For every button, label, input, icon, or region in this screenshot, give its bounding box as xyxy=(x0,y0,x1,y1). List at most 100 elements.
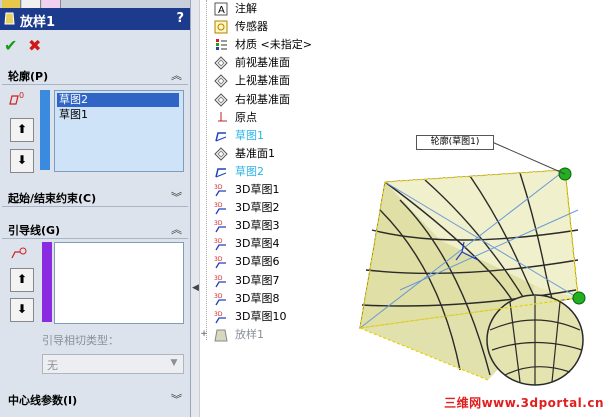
tree-item-label: 3D草图10 xyxy=(235,309,287,323)
3dsketch-icon: 3D xyxy=(214,238,226,251)
list-item[interactable]: 草图2 xyxy=(57,93,179,107)
tree-item-label: 3D草图8 xyxy=(235,291,280,305)
tree-item-label: 3D草图6 xyxy=(235,255,280,269)
expand-plus-icon[interactable]: + xyxy=(200,329,208,338)
3dsketch-icon: 3D xyxy=(214,220,226,233)
plane-icon xyxy=(214,74,228,89)
tree-item-label: 3D草图7 xyxy=(235,273,280,287)
loft-icon xyxy=(214,329,228,342)
move-up-button[interactable]: ⬆ xyxy=(10,268,34,292)
loft-model xyxy=(359,141,586,386)
3dsketch-icon: 3D xyxy=(214,202,226,215)
tree-item-label: 传感器 xyxy=(235,20,268,34)
chevron-down-icon[interactable]: ︾ xyxy=(171,391,182,407)
chevron-up-icon[interactable]: ︽ xyxy=(171,67,182,83)
svg-text:3D: 3D xyxy=(214,256,223,263)
help-button[interactable]: ? xyxy=(176,11,184,26)
pm-title: 放样1 xyxy=(20,15,56,30)
tree-item-label: 3D草图4 xyxy=(235,237,280,251)
centerline-section-header[interactable]: 中心线参数(I) ︾ xyxy=(2,390,188,408)
guide-curve-icon xyxy=(11,247,27,259)
plane-icon xyxy=(214,56,228,71)
plane-icon xyxy=(214,92,228,107)
svg-text:3D: 3D xyxy=(214,184,223,191)
profile-section-label: 轮廓(P) xyxy=(8,70,49,83)
tree-item-label: 放样1 xyxy=(235,327,264,341)
plane-icon xyxy=(214,147,228,161)
tree-item-label: 注解 xyxy=(235,2,257,15)
move-down-button[interactable]: ⬇ xyxy=(10,149,34,173)
chevron-up-icon[interactable]: ︽ xyxy=(171,221,182,237)
3dsketch-icon: 3D xyxy=(214,184,226,197)
watermark-text: 三维网www.3dportal.cn xyxy=(444,396,604,410)
centerline-section: 中心线参数(I) ︾ xyxy=(2,390,188,412)
3dsketch-icon: 3D xyxy=(214,311,226,324)
tree-item-label: 原点 xyxy=(235,110,257,124)
loft-icon xyxy=(4,12,15,25)
profile-listbox[interactable]: 草图2 草图1 xyxy=(54,90,184,172)
tree-item-label: 上视基准面 xyxy=(235,74,290,88)
centerline-section-label: 中心线参数(I) xyxy=(8,394,78,407)
tree-connector xyxy=(206,0,208,340)
ok-check-icon[interactable]: ✔ xyxy=(4,36,17,55)
tab-property-manager[interactable] xyxy=(22,0,41,8)
svg-text:3D: 3D xyxy=(214,220,223,227)
origin-icon xyxy=(218,111,227,122)
start-end-section: 起始/结束约束(C) ︾ xyxy=(2,188,188,208)
tree-item-label: 基准面1 xyxy=(235,146,275,160)
sketch-icon xyxy=(215,131,227,142)
graphics-viewport[interactable] xyxy=(340,110,606,417)
guide-section: 引导线(G) ︽ ⬆ ⬇ 引导相切类型： 无 ▼ xyxy=(2,220,188,382)
profile-icon: 0 xyxy=(9,91,24,105)
tree-item-label: 3D草图1 xyxy=(235,183,280,196)
start-end-section-header[interactable]: 起始/结束约束(C) ︾ xyxy=(2,188,188,207)
svg-text:0: 0 xyxy=(19,91,24,100)
guide-section-header[interactable]: 引导线(G) ︽ xyxy=(2,220,188,239)
list-item[interactable]: 草图1 xyxy=(57,108,90,122)
guide-section-label: 引导线(G) xyxy=(8,224,61,237)
svg-text:3D: 3D xyxy=(214,293,223,300)
profile-callout[interactable]: 轮廓(草图1) xyxy=(416,135,494,150)
tree-item-label: 右视基准面 xyxy=(235,92,290,106)
tree-item-label: 草图2 xyxy=(235,164,264,178)
tangency-type-value: 无 xyxy=(47,359,58,372)
3dsketch-icon: 3D xyxy=(214,275,226,287)
profile-color-bar xyxy=(40,90,50,170)
move-down-button[interactable]: ⬇ xyxy=(10,298,34,322)
tab-configuration-manager[interactable] xyxy=(42,0,61,8)
chevron-down-icon[interactable]: ▼ xyxy=(167,356,181,370)
start-end-section-label: 起始/结束约束(C) xyxy=(8,192,97,205)
sensor-icon xyxy=(214,20,228,34)
material-icon xyxy=(216,39,227,51)
tree-item-label: 材质 <未指定> xyxy=(235,38,312,52)
cancel-x-icon[interactable]: ✖ xyxy=(28,36,41,55)
tree-item-label: 3D草图3 xyxy=(235,219,280,233)
annotation-icon: A xyxy=(214,2,228,16)
3dsketch-icon: 3D xyxy=(214,256,226,269)
tangency-type-label: 引导相切类型： xyxy=(42,334,119,347)
loft-property-manager: 放样1 ? ✔ ✖ 轮廓(P) ︽ 0 草图2 草图1 ⬆ ⬇ 起始/结束约束(… xyxy=(0,0,191,417)
tree-item-label: 前视基准面 xyxy=(235,56,290,70)
svg-text:3D: 3D xyxy=(214,238,223,245)
move-up-button[interactable]: ⬆ xyxy=(10,118,34,142)
tree-item-label: 3D草图2 xyxy=(235,201,280,215)
tree-item-label: 草图1 xyxy=(235,128,264,142)
svg-text:3D: 3D xyxy=(214,275,223,282)
connector-point-icon xyxy=(572,291,586,305)
profile-section: 轮廓(P) ︽ 0 草图2 草图1 ⬆ ⬇ xyxy=(2,66,188,182)
profile-section-header[interactable]: 轮廓(P) ︽ xyxy=(2,66,188,85)
manager-tabs[interactable] xyxy=(0,0,190,8)
pm-title-bar: 放样1 ? xyxy=(0,8,190,30)
chevron-down-icon[interactable]: ︾ xyxy=(171,189,182,205)
3dsketch-icon: 3D xyxy=(214,293,226,305)
tab-feature-manager[interactable] xyxy=(2,0,21,8)
svg-text:3D: 3D xyxy=(214,311,223,318)
guide-color-bar xyxy=(42,242,52,322)
collapse-arrow-icon[interactable]: ◀ xyxy=(192,283,199,293)
sketch-icon xyxy=(215,168,227,178)
svg-text:3D: 3D xyxy=(214,202,223,209)
guide-listbox[interactable] xyxy=(54,242,184,324)
panel-splitter[interactable]: ◀ xyxy=(191,0,200,417)
svg-text:A: A xyxy=(218,5,225,16)
tangency-type-select[interactable]: 无 ▼ xyxy=(42,354,184,374)
